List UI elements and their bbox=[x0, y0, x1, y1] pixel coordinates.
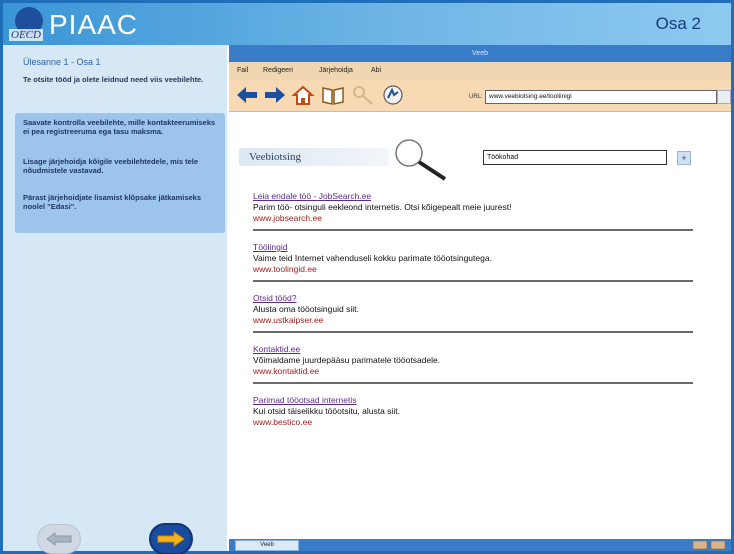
home-icon[interactable] bbox=[291, 84, 315, 106]
result-link[interactable]: Otsid tööd? bbox=[253, 293, 693, 304]
status-window-icons[interactable] bbox=[691, 540, 727, 550]
simulated-browser: Veeb Fail Redigeeri Järjehoidja Abi URL:… bbox=[229, 45, 731, 551]
menu-file[interactable]: Fail bbox=[237, 67, 248, 74]
forward-arrow-icon[interactable] bbox=[263, 84, 287, 106]
result-link[interactable]: Kontaktid.ee bbox=[253, 344, 693, 355]
browser-menu-bar: Fail Redigeeri Järjehoidja Abi bbox=[229, 62, 731, 80]
result-url: www.jobsearch.ee bbox=[253, 213, 322, 223]
result-link[interactable]: Töölingid bbox=[253, 242, 693, 253]
browser-status-bar: Veeb bbox=[229, 539, 731, 551]
highlight-text-2: Lisage järjehoidja kõigile veebilehtedel… bbox=[23, 157, 199, 175]
oecd-logo-text: OECD bbox=[9, 29, 43, 41]
result-url: www.ustkaipser.ee bbox=[253, 315, 324, 325]
next-button[interactable] bbox=[149, 523, 193, 554]
url-input[interactable]: www.veebiotsing.ee/tooliinigi bbox=[485, 90, 717, 104]
result-item-5: Parimad tööotsad internetis Kui otsid tä… bbox=[253, 395, 693, 428]
result-divider bbox=[253, 382, 693, 384]
result-desc: Parim töö- otsinguli eekleond internetis… bbox=[253, 202, 512, 212]
section-label: Osa 2 bbox=[655, 14, 701, 33]
result-url: www.kontaktid.ee bbox=[253, 366, 320, 376]
browser-content: Veebiotsing Töökohad + Leia endale töö -… bbox=[229, 113, 731, 533]
task-title: Ülesanne 1 - Osa 1 bbox=[23, 57, 101, 67]
url-label: URL: bbox=[469, 94, 483, 100]
result-divider bbox=[253, 280, 693, 282]
result-item-1: Leia endale töö - JobSearch.ee Parim töö… bbox=[253, 191, 693, 224]
app-frame: OECD PIAAC Osa 2 Ülesanne 1 - Osa 1 Te o… bbox=[0, 0, 734, 554]
arrow-right-icon bbox=[157, 531, 185, 547]
back-button[interactable] bbox=[37, 524, 81, 554]
result-divider bbox=[253, 331, 693, 333]
result-desc: Vaime teid Internet vahenduseli kokku pa… bbox=[253, 253, 492, 263]
result-desc: Alusta oma tööotsinguid siit. bbox=[253, 304, 359, 314]
app-header: OECD PIAAC Osa 2 bbox=[3, 3, 731, 45]
result-link[interactable]: Parimad tööotsad internetis bbox=[253, 395, 693, 406]
instruction-panel: Ülesanne 1 - Osa 1 Te otsite tööd ja ole… bbox=[3, 45, 227, 554]
menu-edit[interactable]: Redigeeri bbox=[263, 67, 293, 74]
result-link[interactable]: Leia endale töö - JobSearch.ee bbox=[253, 191, 693, 202]
browser-toolbar: URL: www.veebiotsing.ee/tooliinigi bbox=[229, 80, 731, 112]
result-item-2: Töölingid Vaime teid Internet vahendusel… bbox=[253, 242, 693, 275]
oecd-logo: OECD bbox=[9, 7, 45, 43]
result-url: www.bestico.ee bbox=[253, 417, 313, 427]
site-logo-text: Veebiotsing bbox=[249, 151, 301, 163]
status-tab[interactable]: Veeb bbox=[235, 540, 299, 551]
menu-bookmarks[interactable]: Järjehoidja bbox=[319, 67, 353, 74]
highlight-text-1: Saavate kontrolla veebilehte, mille kont… bbox=[23, 118, 216, 136]
add-bookmark-icon[interactable] bbox=[381, 84, 405, 106]
highlight-text-3: Pärast järjehoidjate lisamist klõpsake j… bbox=[23, 193, 202, 211]
result-item-3: Otsid tööd? Alusta oma tööotsinguid siit… bbox=[253, 293, 693, 326]
bookmarks-book-icon[interactable] bbox=[321, 84, 345, 106]
search-button[interactable]: + bbox=[677, 151, 691, 165]
back-arrow-icon[interactable] bbox=[235, 84, 259, 106]
menu-help[interactable]: Abi bbox=[371, 67, 381, 74]
search-key-icon[interactable] bbox=[351, 84, 375, 106]
url-go-button[interactable] bbox=[717, 90, 731, 104]
magnifier-icon bbox=[395, 139, 447, 181]
arrow-left-icon bbox=[46, 532, 72, 546]
result-url: www.toolingid.ee bbox=[253, 264, 317, 274]
result-desc: Võimaldame juurdepääsu parimatele tööots… bbox=[253, 355, 441, 365]
result-divider bbox=[253, 229, 693, 231]
search-input[interactable]: Töökohad bbox=[483, 150, 667, 165]
browser-title-bar: Veeb bbox=[229, 45, 731, 62]
result-desc: Kui otsid täiselikku tööotsitu, alusta s… bbox=[253, 406, 400, 416]
brand-title: PIAAC bbox=[49, 9, 139, 40]
task-instruction: Te otsite tööd ja olete leidnud need vii… bbox=[23, 75, 204, 84]
result-item-4: Kontaktid.ee Võimaldame juurdepääsu pari… bbox=[253, 344, 693, 377]
